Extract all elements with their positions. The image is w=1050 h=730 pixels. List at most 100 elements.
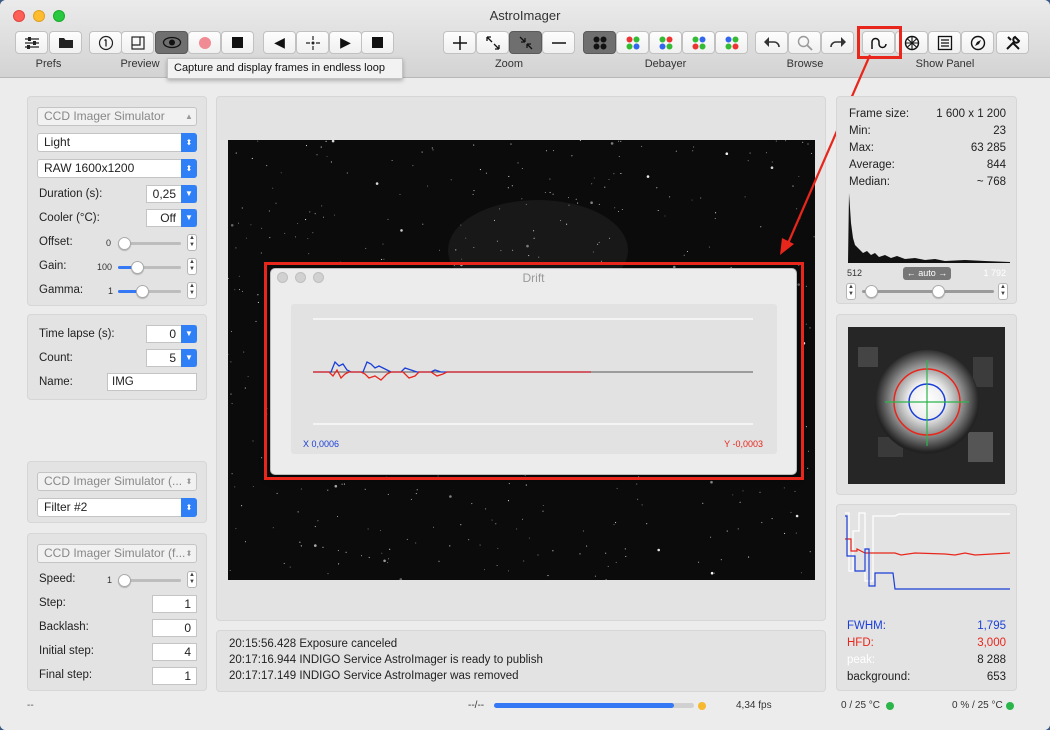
- center-button[interactable]: [296, 31, 329, 54]
- duration-field[interactable]: 0,25 ▼: [146, 185, 197, 203]
- eta-text: --/--: [468, 700, 485, 711]
- tools-icon: [1005, 35, 1020, 50]
- gbrg-dots-icon: [692, 36, 705, 49]
- initial-step-field[interactable]: 4: [152, 643, 197, 661]
- single-frame-button[interactable]: [89, 31, 122, 54]
- gain-stepper[interactable]: ▲ ▼: [187, 258, 197, 275]
- offset-label: Offset:: [39, 236, 73, 248]
- offset-slider[interactable]: [118, 237, 181, 250]
- final-step-field[interactable]: 1: [152, 667, 197, 685]
- log-line: 20:17:17.149 INDIGO Service AstroImager …: [229, 670, 519, 682]
- step-field[interactable]: 1: [152, 595, 197, 613]
- show-compass-panel-button[interactable]: [961, 31, 994, 54]
- gain-value: 100: [97, 262, 113, 272]
- backlash-field[interactable]: 0: [152, 619, 197, 637]
- focuser-panel: CCD Imager Simulator (f... ⬍ Speed: 1 ▲ ▼ …: [27, 533, 207, 691]
- redo-arrow-icon: [829, 36, 846, 47]
- updown-arrows-icon: ⬍: [181, 133, 197, 152]
- histogram-high-stepper[interactable]: ▲ ▼: [998, 283, 1008, 300]
- debayer-bggr-button[interactable]: [715, 31, 748, 54]
- count-field[interactable]: 5 ▼: [146, 349, 197, 367]
- stop-preview-button[interactable]: [221, 31, 254, 54]
- frame-size-label: Frame size:: [849, 108, 910, 120]
- filter-wheel-panel: CCD Imager Simulator (... ⬍ Filter #2 ⬍: [27, 461, 207, 523]
- zoom-fit-button[interactable]: [476, 31, 509, 54]
- peak-label: peak:: [847, 654, 876, 666]
- debayer-rggb-button[interactable]: [616, 31, 649, 54]
- star-preview-panel: [836, 314, 1017, 495]
- histogram: [848, 193, 1010, 263]
- name-field[interactable]: IMG: [107, 373, 197, 391]
- updown-arrows-icon: ⬍: [185, 477, 193, 486]
- gamma-stepper[interactable]: ▲ ▼: [187, 282, 197, 299]
- duration-label: Duration (s):: [39, 188, 103, 200]
- histogram-low-stepper[interactable]: ▲ ▼: [846, 283, 856, 300]
- debayer-grbg-button[interactable]: [649, 31, 682, 54]
- gamma-slider[interactable]: [118, 285, 181, 298]
- step-label: Step:: [39, 597, 66, 609]
- open-folder-button[interactable]: [49, 31, 82, 54]
- record-button[interactable]: [188, 31, 221, 54]
- minus-icon: [551, 41, 566, 44]
- filter-select[interactable]: Filter #2 ⬍: [37, 498, 197, 517]
- debayer-group-label: Debayer: [644, 58, 687, 70]
- prefs-button[interactable]: [15, 31, 48, 54]
- zoom-out-button[interactable]: [542, 31, 575, 54]
- frame-icon: [130, 35, 145, 50]
- stop-icon: [372, 37, 383, 48]
- compass-icon: [970, 35, 985, 50]
- play-button[interactable]: ▶: [329, 31, 362, 54]
- frame-button[interactable]: [121, 31, 154, 54]
- frame-type-select[interactable]: Light ⬍: [37, 133, 197, 152]
- peak-value: 8 288: [977, 654, 1006, 666]
- name-label: Name:: [39, 376, 73, 388]
- timelapse-field[interactable]: 0 ▼: [146, 325, 197, 343]
- fps-text: 4,34 fps: [736, 700, 772, 711]
- median-label: Median:: [849, 176, 890, 188]
- crosshair-icon: [305, 35, 320, 50]
- histogram-range-slider[interactable]: [862, 285, 994, 298]
- show-tools-panel-button[interactable]: [996, 31, 1029, 54]
- chevron-down-icon: ▼: [181, 209, 197, 227]
- speed-stepper[interactable]: ▲ ▼: [187, 571, 197, 588]
- statistics-panel: Frame size: 1 600 x 1 200 Min: 23 Max: 6…: [836, 96, 1017, 304]
- app-window: AstroImager Prefs Preview ◀ ▶ Zoom Debay…: [0, 0, 1050, 730]
- cooler-field[interactable]: Off ▼: [146, 209, 197, 227]
- shrink-icon: [519, 36, 532, 49]
- show-log-panel-button[interactable]: [928, 31, 961, 54]
- background-value: 653: [986, 671, 1006, 683]
- camera-device-select[interactable]: CCD Imager Simulator ▲: [37, 107, 197, 126]
- tooltip: Capture and display frames in endless lo…: [167, 58, 403, 79]
- zoom-in-button[interactable]: [443, 31, 476, 54]
- offset-value: 0: [106, 238, 112, 248]
- grbg-dots-icon: [659, 36, 672, 49]
- count-label: Count:: [39, 352, 73, 364]
- preview-group-label: Preview: [120, 58, 160, 70]
- humidity-text: 0 % / 25 °C: [952, 700, 1003, 711]
- status-left-text: --: [27, 700, 34, 711]
- debayer-mono-button[interactable]: [583, 31, 616, 54]
- zoom-actual-button[interactable]: [509, 31, 542, 54]
- stop-button[interactable]: [361, 31, 394, 54]
- histogram-high: 1 792: [983, 268, 1006, 278]
- updown-arrows-icon: ⬍: [181, 159, 197, 178]
- stop-icon: [232, 37, 243, 48]
- chevron-down-icon: ▼: [181, 325, 197, 343]
- triangle-left-icon: ◀: [274, 34, 285, 50]
- undo-arrow-icon: [763, 36, 780, 47]
- focuser-device-select[interactable]: CCD Imager Simulator (f... ⬍: [37, 544, 197, 563]
- backlash-label: Backlash:: [39, 621, 89, 633]
- previous-button[interactable]: ◀: [263, 31, 296, 54]
- eye-icon: [162, 36, 181, 49]
- max-value: 63 285: [970, 142, 1006, 154]
- mode-select[interactable]: RAW 1600x1200 ⬍: [37, 159, 197, 178]
- wheel-device-select[interactable]: CCD Imager Simulator (... ⬍: [37, 472, 197, 491]
- debayer-gbrg-button[interactable]: [682, 31, 715, 54]
- loop-preview-button[interactable]: [155, 31, 188, 54]
- hfd-label: HFD:: [847, 637, 874, 649]
- speed-slider[interactable]: [118, 574, 181, 587]
- gain-slider[interactable]: [118, 261, 181, 274]
- offset-stepper[interactable]: ▲ ▼: [187, 234, 197, 251]
- gain-label: Gain:: [39, 260, 67, 272]
- histogram-auto-button[interactable]: ← auto →: [903, 267, 951, 280]
